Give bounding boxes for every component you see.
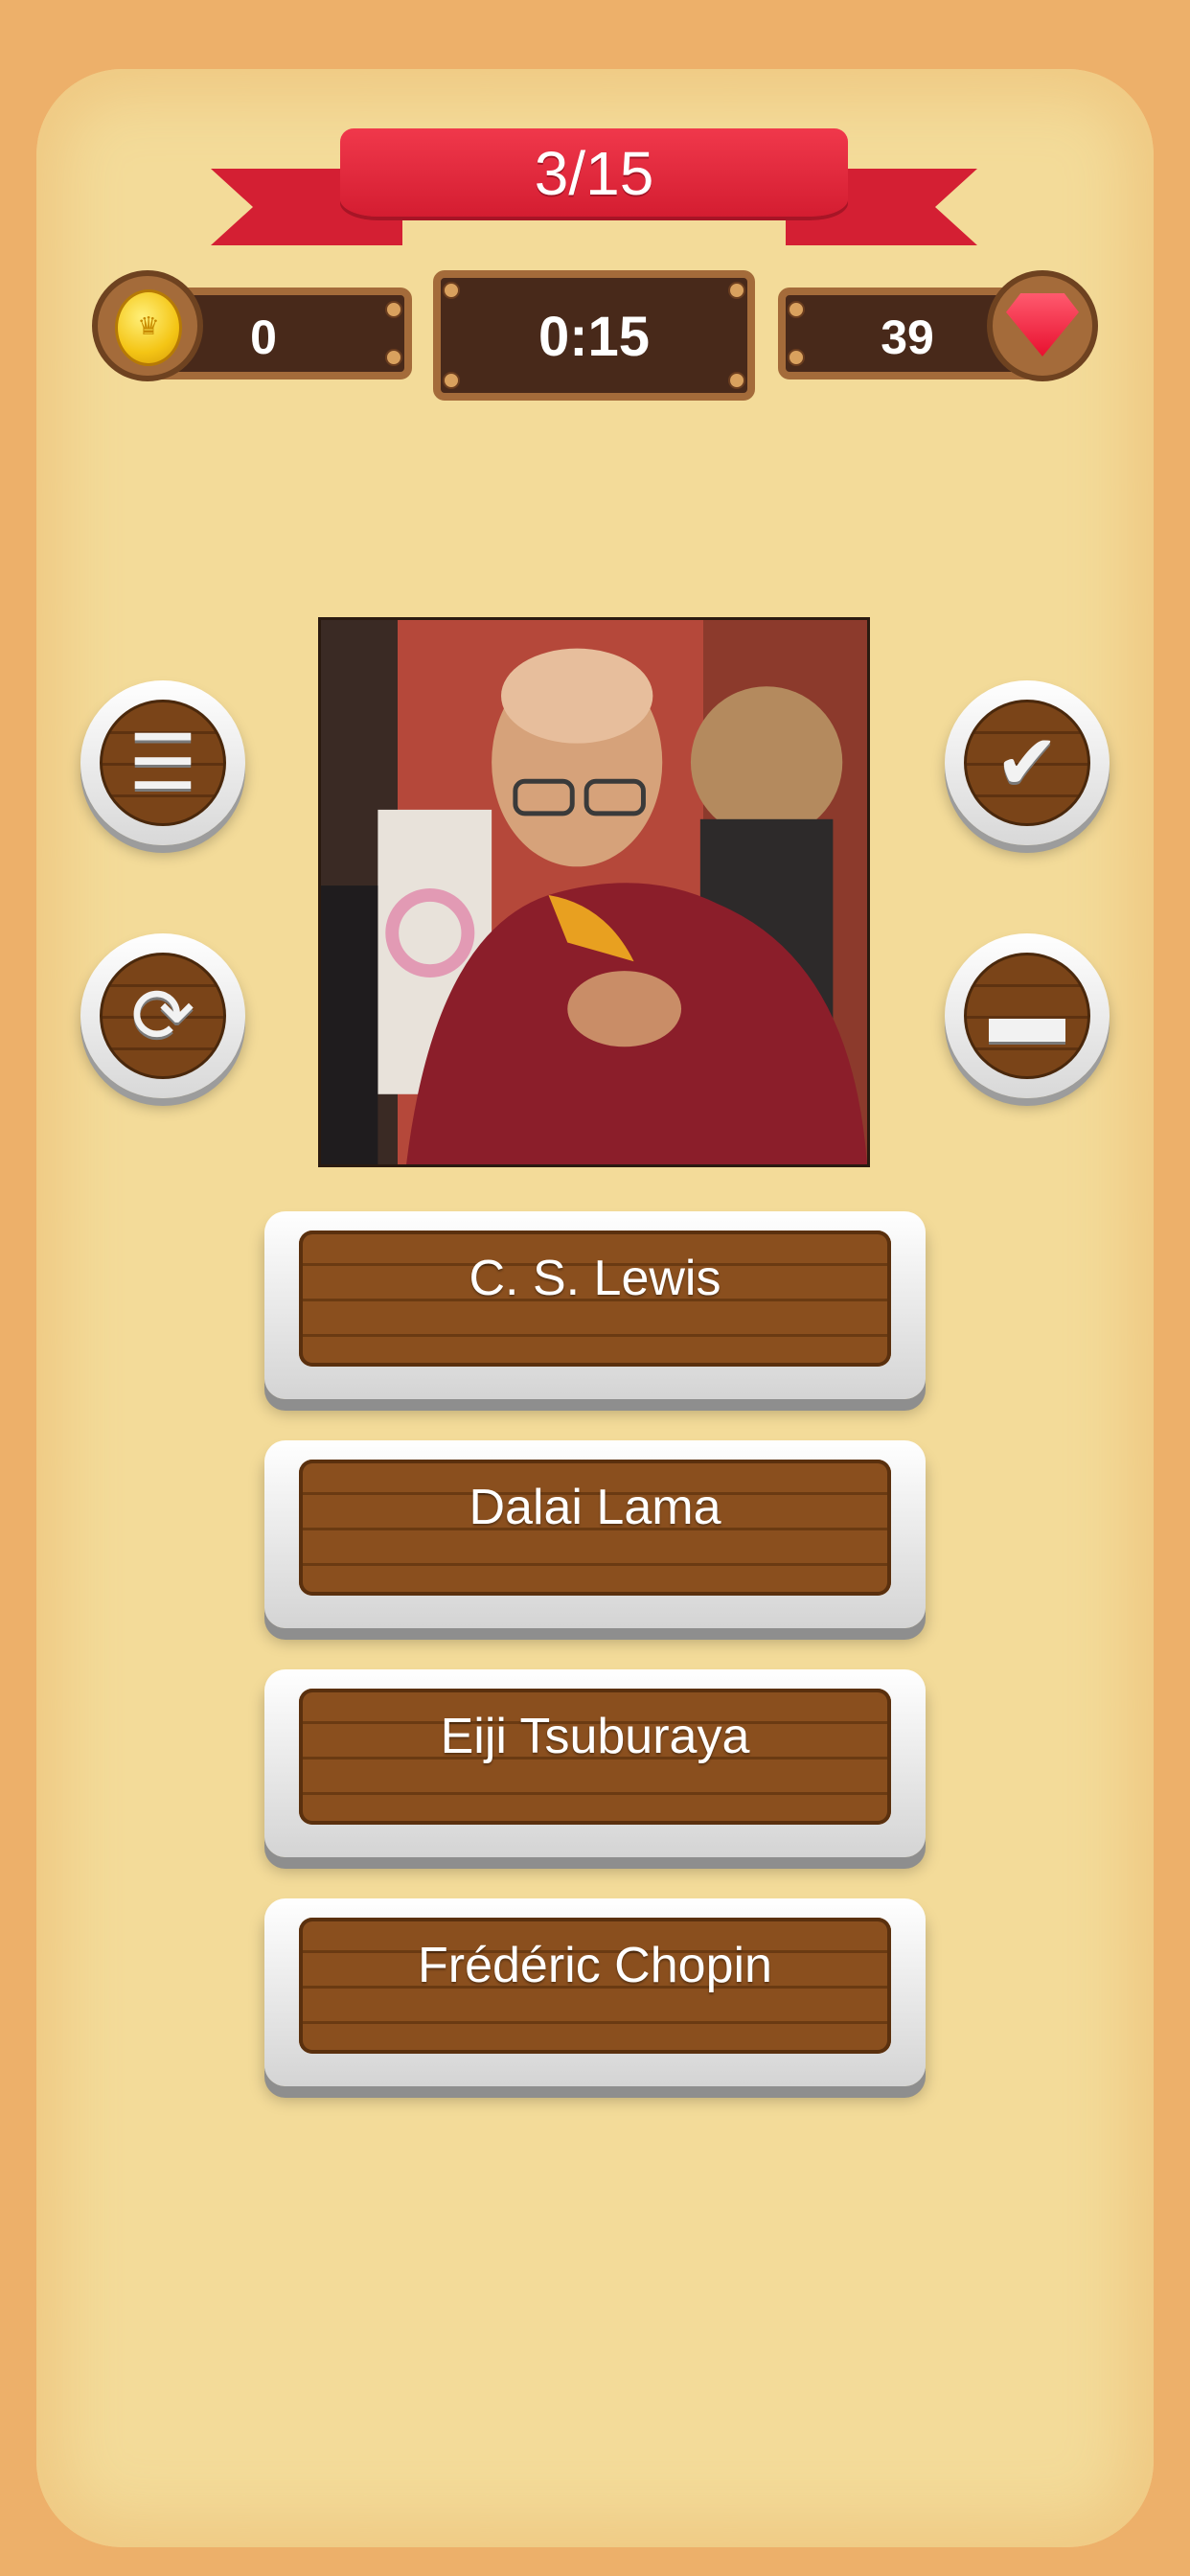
- hints-list-button[interactable]: ☰: [80, 680, 245, 845]
- list-icon: ☰: [128, 720, 197, 805]
- answer-option-4[interactable]: Frédéric Chopin: [264, 1898, 926, 2086]
- answer-option-1[interactable]: C. S. Lewis: [264, 1211, 926, 1399]
- timer-panel: 0:15: [433, 270, 755, 401]
- progress-ribbon: 3/15: [201, 123, 987, 266]
- coin-badge: ♛: [92, 270, 203, 381]
- gem-badge: [987, 270, 1098, 381]
- answer-label: Dalai Lama: [469, 1480, 721, 1535]
- question-progress: 3/15: [534, 139, 654, 208]
- ribbon-banner: 3/15: [340, 128, 848, 217]
- reveal-answer-button[interactable]: ✔: [945, 680, 1110, 845]
- answer-label: Frédéric Chopin: [418, 1938, 772, 1993]
- remove-wrong-button[interactable]: ▬: [945, 933, 1110, 1098]
- checkmark-icon: ✔: [995, 720, 1060, 805]
- answer-option-3[interactable]: Eiji Tsuburaya: [264, 1669, 926, 1857]
- gems-value: 39: [881, 310, 934, 364]
- answer-label: Eiji Tsuburaya: [440, 1709, 750, 1764]
- coin-icon: ♛: [115, 289, 182, 366]
- portrait-photo: [318, 617, 870, 1167]
- refresh-icon: ⟳: [130, 973, 195, 1058]
- gem-icon: [1006, 293, 1079, 356]
- answer-option-2[interactable]: Dalai Lama: [264, 1440, 926, 1628]
- refresh-button[interactable]: ⟳: [80, 933, 245, 1098]
- minus-icon: ▬: [989, 973, 1065, 1058]
- timer-value: 0:15: [538, 306, 651, 368]
- answer-label: C. S. Lewis: [469, 1251, 721, 1306]
